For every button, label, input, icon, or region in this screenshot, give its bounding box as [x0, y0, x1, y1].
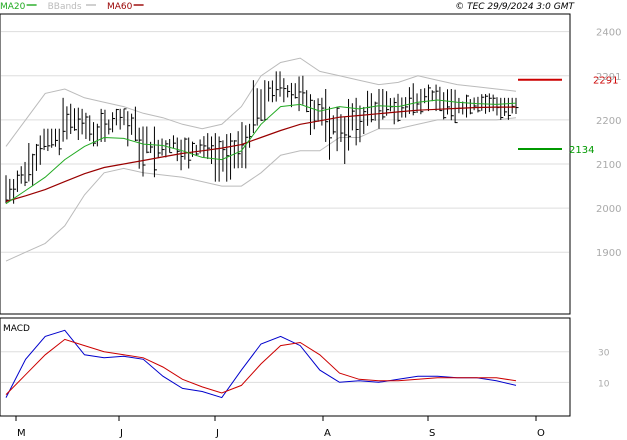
x-tick-label: M: [17, 428, 26, 439]
macd-y-axis: 30 10: [598, 349, 610, 390]
price-tick-label: 2400: [596, 28, 621, 39]
copyright-text: © TEC 29/9/2024 3:0 GMT: [455, 2, 575, 12]
price-tick-label: 2100: [596, 160, 621, 171]
x-tick-label: S: [429, 428, 435, 439]
price-tick-label: 2000: [596, 204, 621, 215]
x-tick-label: A: [324, 428, 331, 439]
x-tick-label: O: [537, 428, 545, 439]
price-tick-label: 1900: [596, 248, 621, 259]
price-y-axis: 2400 2291 2200 2100 2000 1900: [596, 28, 621, 260]
macd-tick-label: 10: [598, 379, 610, 389]
x-tick-label: J: [119, 428, 123, 439]
x-axis: MJJASO: [15, 416, 545, 439]
legend-bbands-label: BBands: [48, 2, 82, 12]
level-label-1: 2134: [569, 145, 594, 156]
macd-title: MACD: [3, 324, 30, 334]
x-tick-label: J: [215, 428, 219, 439]
stock-chart: 2291 2134 2400 2291 2200 2100 2000 1900 MA20 BB…: [0, 2, 621, 439]
legend: MA20 BBands MA60: [0, 2, 144, 12]
price-tick-label: 2200: [596, 116, 621, 127]
macd-panel: [0, 317, 571, 417]
legend-ma60-label: MA60: [107, 2, 133, 12]
price-tick-label: 2291: [596, 72, 621, 83]
macd-tick-label: 30: [598, 349, 610, 359]
legend-ma20-label: MA20: [0, 2, 26, 12]
